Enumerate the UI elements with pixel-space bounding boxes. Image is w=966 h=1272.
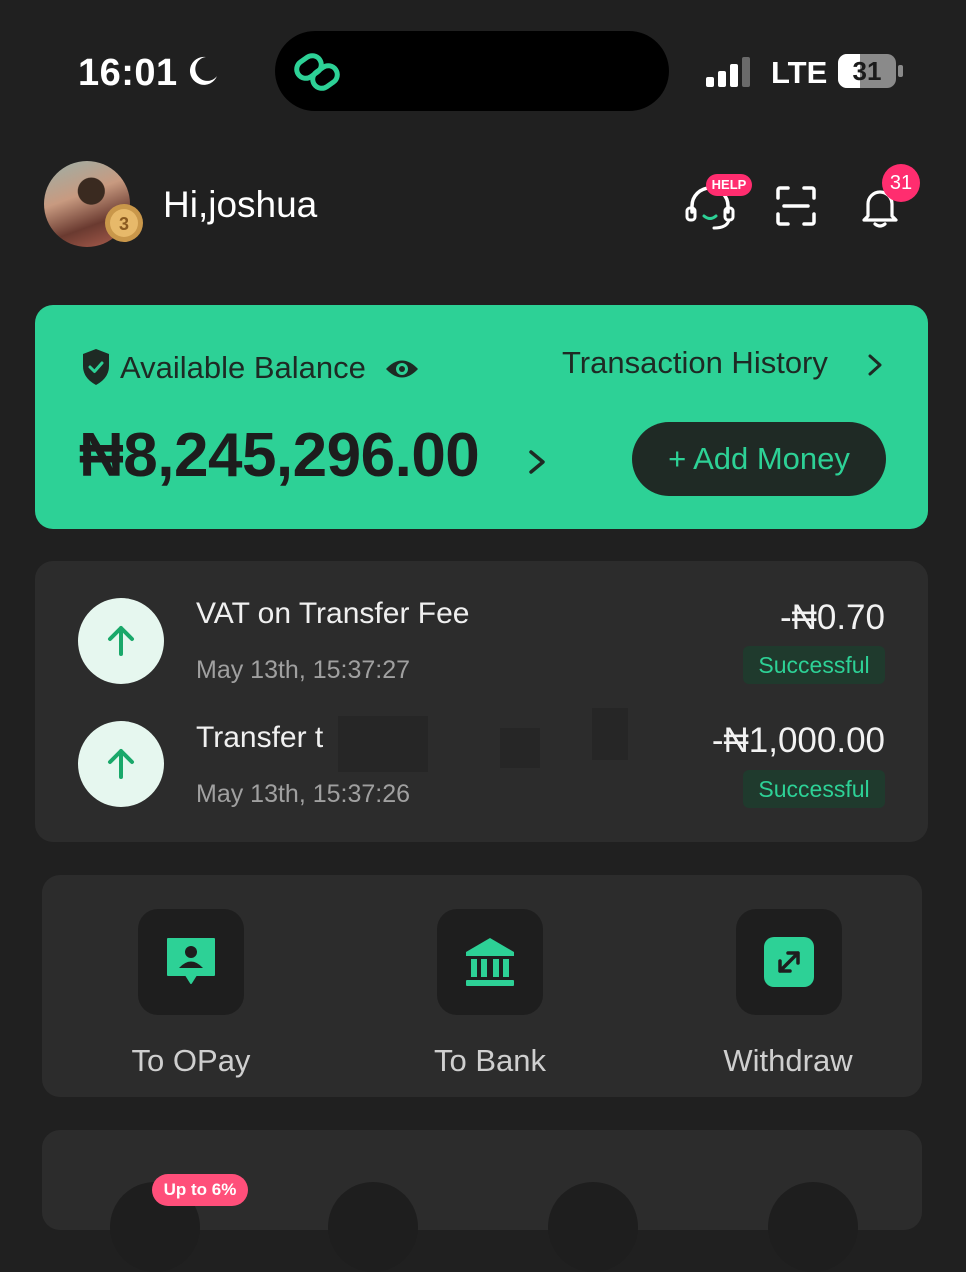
network-type: LTE [771,55,828,90]
service-icon-bg[interactable] [548,1182,638,1272]
redaction-block [338,716,428,772]
promo-badge: Up to 6% [152,1174,248,1206]
eye-icon[interactable] [384,354,420,384]
link-logo-icon [294,53,340,91]
service-icon-bg[interactable] [328,1182,418,1272]
transaction-date: May 13th, 15:37:27 [196,656,411,684]
signal-icon [706,57,750,87]
moon-icon [189,56,217,85]
redaction-block [500,728,540,768]
transaction-history-link[interactable]: Transaction History [562,345,828,381]
help-badge[interactable]: HELP [706,174,752,196]
balance-label: Available Balance [120,350,366,385]
shield-check-icon [83,349,109,385]
greeting: Hi,joshua [163,184,318,225]
scan-icon[interactable] [776,186,816,226]
status-badge: Successful [743,646,885,684]
chevron-right-icon[interactable] [526,446,548,478]
medal-icon: 3 [105,204,143,242]
notification-badge: 31 [882,164,920,202]
battery-level: 31 [852,56,882,86]
withdraw-label[interactable]: Withdraw [668,1043,908,1079]
arrow-up-icon [108,626,134,656]
service-icon-bg[interactable] [768,1182,858,1272]
transaction-title[interactable]: VAT on Transfer Fee [196,597,469,631]
transaction-amount: -₦1,000.00 [711,721,885,760]
to-opay-label[interactable]: To OPay [71,1043,311,1079]
bank-icon [466,938,514,986]
transaction-date: May 13th, 15:37:26 [196,780,411,808]
add-money-button[interactable]: + Add Money [632,422,886,496]
transaction-amount: -₦0.70 [779,598,885,637]
withdraw-arrows-icon [764,937,814,987]
medal-level: 3 [119,214,129,234]
to-bank-label[interactable]: To Bank [370,1043,610,1079]
status-time: 16:01 [78,52,178,94]
balance-amount[interactable]: ₦8,245,296.00 [79,420,480,491]
person-chat-icon [167,938,215,984]
chevron-right-icon[interactable] [864,350,886,380]
status-badge: Successful [743,770,885,808]
arrow-up-icon [108,749,134,779]
transaction-title[interactable]: Transfer t [196,721,323,755]
